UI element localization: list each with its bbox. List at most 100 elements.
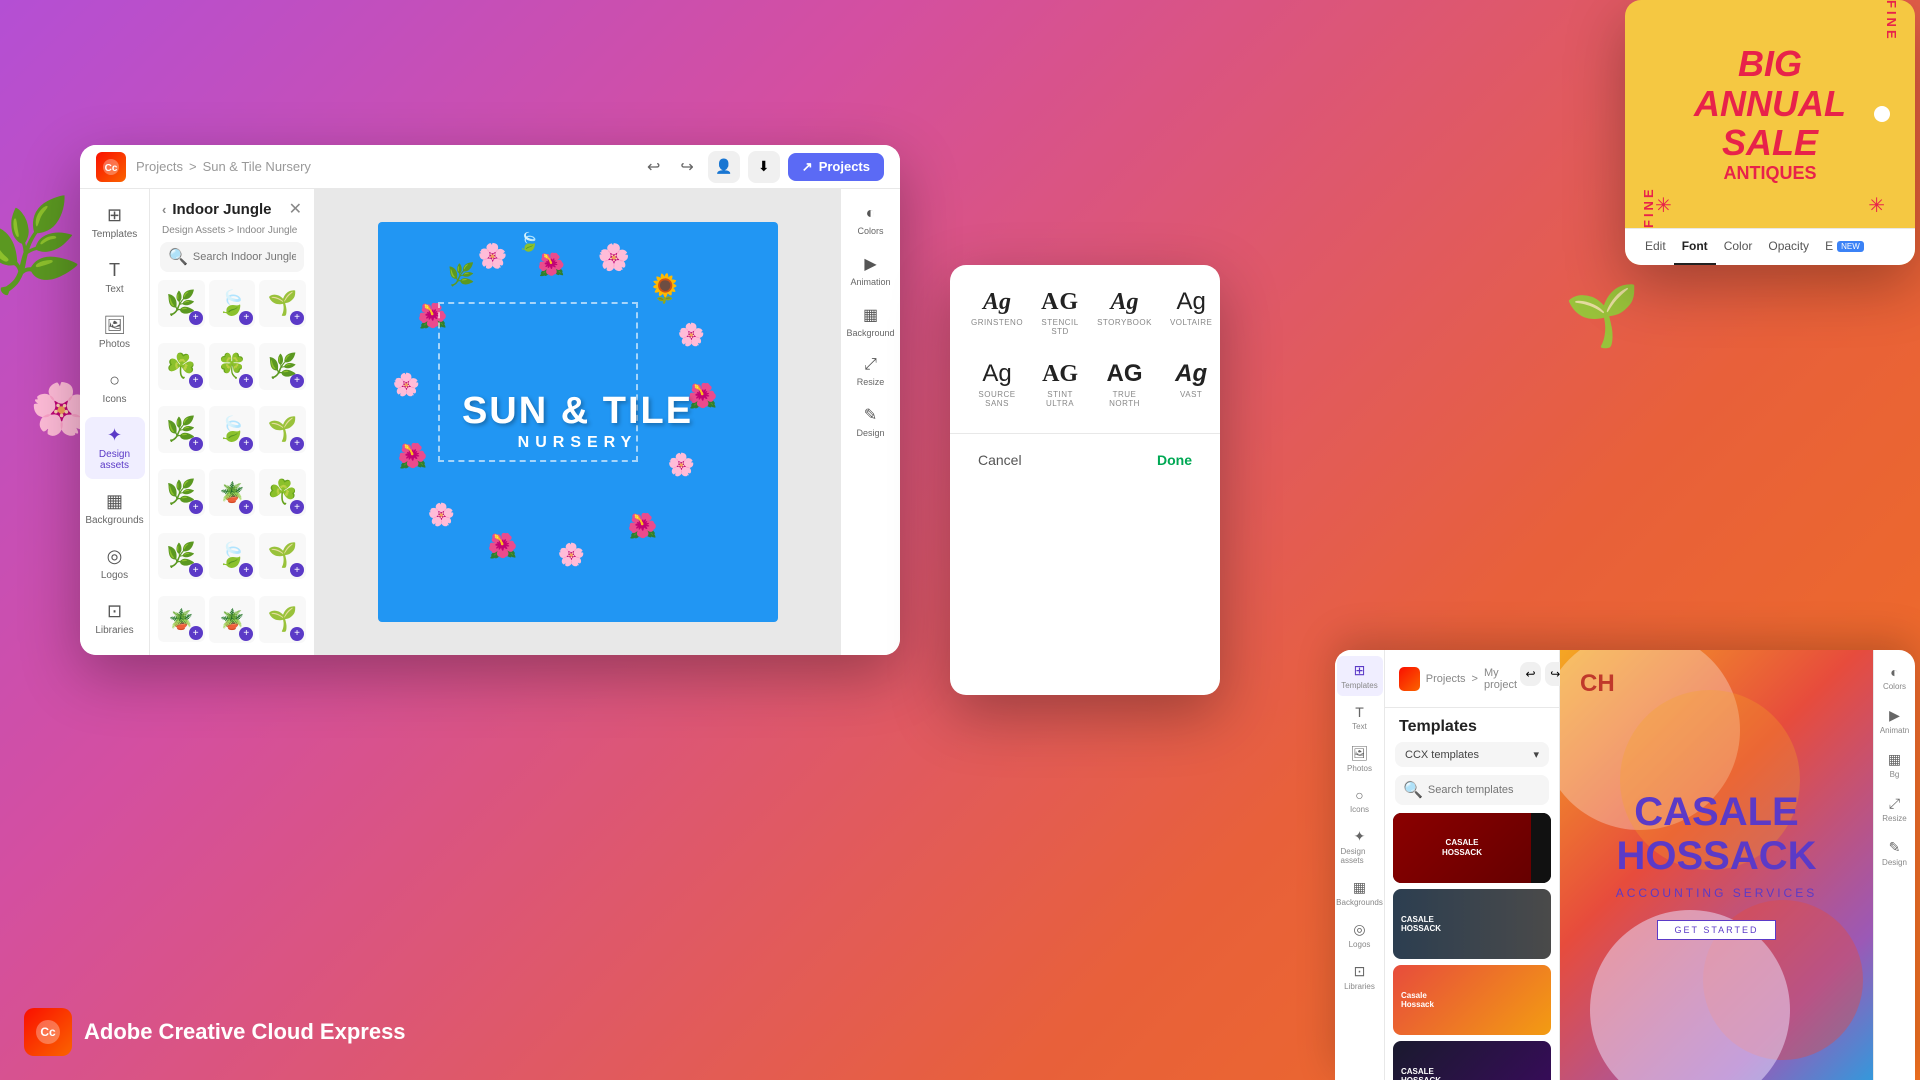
asset-item[interactable]: 🌿+ (158, 406, 205, 453)
sidebar-item-design-assets[interactable]: ✦ Design assets (85, 417, 145, 479)
template-thumb-2[interactable]: CASALEHOSSACK (1393, 889, 1551, 959)
template-thumb-1[interactable]: CASALEHOSSACK (1393, 813, 1551, 883)
download-button[interactable]: ⬇ (748, 151, 780, 183)
tl-item-icons[interactable]: ○ Icons (1337, 781, 1383, 820)
star-decor-right: ✳ (1868, 193, 1885, 218)
template-search-input[interactable] (1428, 784, 1541, 796)
template-left-sidebar: ⊞ Templates T Text 🖼 Photos ○ Icons ✦ De… (1335, 650, 1385, 1080)
tr-item-design[interactable]: ✎ Design (1876, 833, 1914, 873)
asset-item[interactable]: 🪴+ (158, 596, 205, 643)
sale-big-text: BIG ANNUAL SALE (1694, 44, 1846, 163)
sale-tab-color[interactable]: Color (1716, 229, 1761, 265)
done-button[interactable]: Done (1145, 446, 1204, 474)
sidebar-item-photos[interactable]: 🖼 Photos (85, 307, 145, 358)
asset-item[interactable]: 🍃+ (209, 280, 256, 327)
tl-item-photos[interactable]: 🖼 Photos (1337, 739, 1383, 779)
asset-item[interactable]: 🌿+ (158, 469, 205, 516)
cancel-button[interactable]: Cancel (966, 446, 1034, 474)
tl-item-text[interactable]: T Text (1337, 698, 1383, 737)
tr-design-icon: ✎ (1889, 839, 1901, 856)
tr-animation-icon: ▶ (1889, 707, 1900, 724)
template-type-select[interactable]: CCX templates ▾ (1395, 742, 1549, 767)
font-panel-actions: Cancel Done (950, 433, 1220, 486)
sale-poster-content: FINE BIG ANNUAL SALE ANTIQUES FINE ✳ ✳ (1625, 0, 1915, 228)
canvas-area: 🌸 🌺 🌸 🌻 🌸 🌺 🌸 🌺 🌸 🌺 🌸 🌺 🌸 🌺 🌿 🍃 (315, 189, 840, 655)
font-item-source-sans[interactable]: Ag SOURCE SANS (966, 353, 1028, 417)
resize-tool[interactable]: ⤢ Resize (844, 348, 898, 395)
asset-item[interactable]: 🌱+ (259, 533, 306, 580)
font-item-stint-ultra[interactable]: AG STINT ULTRA (1036, 353, 1084, 417)
colors-tool[interactable]: ◐ Colors (844, 197, 898, 244)
font-item-vast[interactable]: Ag VAST (1165, 353, 1217, 417)
font-item-stencil[interactable]: AG STENCIL STD (1036, 281, 1084, 345)
font-item-voltaire[interactable]: Ag VOLTAIRE (1165, 281, 1217, 345)
design-tool[interactable]: ✎ Design (844, 397, 898, 446)
sale-tab-opacity[interactable]: Opacity (1760, 229, 1817, 265)
share-button[interactable]: ↗ Projects (788, 153, 884, 181)
thumb-inner-1: CASALEHOSSACK (1393, 813, 1551, 883)
sidebar-item-backgrounds[interactable]: ▦ Backgrounds (85, 483, 145, 534)
logos-icon: ◎ (107, 546, 123, 567)
editor-panel: Cc Projects > Sun & Tile Nursery ↩ ↪ 👤 ⬇… (80, 145, 900, 655)
font-item-true-north[interactable]: AG TRUE NORTH (1092, 353, 1157, 417)
tl-item-logos[interactable]: ◎ Logos (1337, 915, 1383, 955)
breadcrumb-project-name[interactable]: Sun & Tile Nursery (203, 159, 311, 174)
sidebar-item-templates[interactable]: ⊞ Templates (85, 197, 145, 248)
tr-item-animation[interactable]: ▶ Animatn (1876, 701, 1914, 741)
preview-cta-button[interactable]: GET STARTED (1657, 920, 1775, 940)
search-input[interactable] (193, 251, 296, 263)
undo-button[interactable]: ↩ (641, 153, 666, 181)
background-tool[interactable]: ▦ Background (844, 297, 898, 346)
template-thumb-4[interactable]: CASALEHOSSACK (1393, 1041, 1551, 1080)
tpl-breadcrumb-project[interactable]: My project (1484, 667, 1520, 691)
font-name-voltaire: VOLTAIRE (1170, 318, 1212, 327)
asset-item[interactable]: 🪴+ (209, 596, 256, 643)
sale-main-content: BIG ANNUAL SALE ANTIQUES (1694, 44, 1846, 184)
template-thumb-3[interactable]: CasaleHossack (1393, 965, 1551, 1035)
canvas-content[interactable]: 🌸 🌺 🌸 🌻 🌸 🌺 🌸 🌺 🌸 🌺 🌸 🌺 🌸 🌺 🌿 🍃 (378, 222, 778, 622)
asset-item[interactable]: 🌱+ (259, 596, 306, 643)
sidebar-label-icons: Icons (103, 394, 127, 405)
asset-item[interactable]: 🍃+ (209, 533, 256, 580)
sale-tab-edit[interactable]: Edit (1637, 229, 1674, 265)
asset-item[interactable]: 🌱+ (259, 280, 306, 327)
tr-item-background[interactable]: ▦ Bg (1876, 745, 1914, 785)
background-tool-icon: ▦ (863, 305, 878, 325)
sidebar-item-libraries[interactable]: ⊡ Libraries (85, 593, 145, 644)
tr-item-resize[interactable]: ⤢ Resize (1876, 789, 1914, 829)
sidebar-item-icons[interactable]: ○ Icons (85, 362, 145, 413)
asset-item[interactable]: ☘️+ (158, 343, 205, 390)
asset-panel-close-button[interactable]: ✕ (289, 199, 302, 219)
sale-tab-font[interactable]: Font (1674, 229, 1716, 265)
tl-text-label: Text (1352, 722, 1367, 731)
asset-item[interactable]: 🍀+ (209, 343, 256, 390)
breadcrumb-projects[interactable]: Projects (136, 159, 183, 174)
thumb-inner-2: CASALEHOSSACK (1393, 889, 1551, 959)
tl-item-templates[interactable]: ⊞ Templates (1337, 656, 1383, 696)
asset-item[interactable]: 🌿+ (158, 533, 205, 580)
tl-item-design-assets[interactable]: ✦ Design assets (1337, 822, 1383, 871)
tl-item-backgrounds[interactable]: ▦ Backgrounds (1337, 873, 1383, 913)
tl-item-libraries[interactable]: ⊡ Libraries (1337, 957, 1383, 997)
font-item-storybook[interactable]: Ag STORYBOOK (1092, 281, 1157, 345)
sale-tab-effects[interactable]: ENEW (1817, 229, 1872, 265)
tpl-breadcrumb-projects[interactable]: Projects (1426, 673, 1466, 685)
font-item-grinsteno[interactable]: Ag GRINSTENO (966, 281, 1028, 345)
asset-item[interactable]: ☘️+ (259, 469, 306, 516)
tpl-undo-button[interactable]: ↩ (1520, 662, 1541, 686)
asset-item[interactable]: 🌱+ (259, 406, 306, 453)
asset-item[interactable]: 🌿+ (158, 280, 205, 327)
tr-item-colors[interactable]: ◐ Colors (1876, 658, 1914, 697)
asset-item[interactable]: 🍃+ (209, 406, 256, 453)
asset-item[interactable]: 🌿+ (259, 343, 306, 390)
sidebar-item-logos[interactable]: ◎ Logos (85, 538, 145, 589)
share-icon: ↗ (802, 159, 813, 175)
redo-button[interactable]: ↪ (674, 153, 699, 181)
back-arrow-button[interactable]: ‹ (162, 202, 166, 217)
sidebar-item-text[interactable]: T Text (85, 252, 145, 303)
profile-button[interactable]: 👤 (708, 151, 740, 183)
template-thumbnails: CASALEHOSSACK CASALEHOSSACK CasaleHossac… (1385, 813, 1559, 1080)
asset-item[interactable]: 🪴+ (209, 469, 256, 516)
template-content-left: Projects > My project ↩ ↪ 👤 ⬇ Download ↗… (1385, 650, 1560, 1080)
animation-tool[interactable]: ▶ Animation (844, 246, 898, 295)
